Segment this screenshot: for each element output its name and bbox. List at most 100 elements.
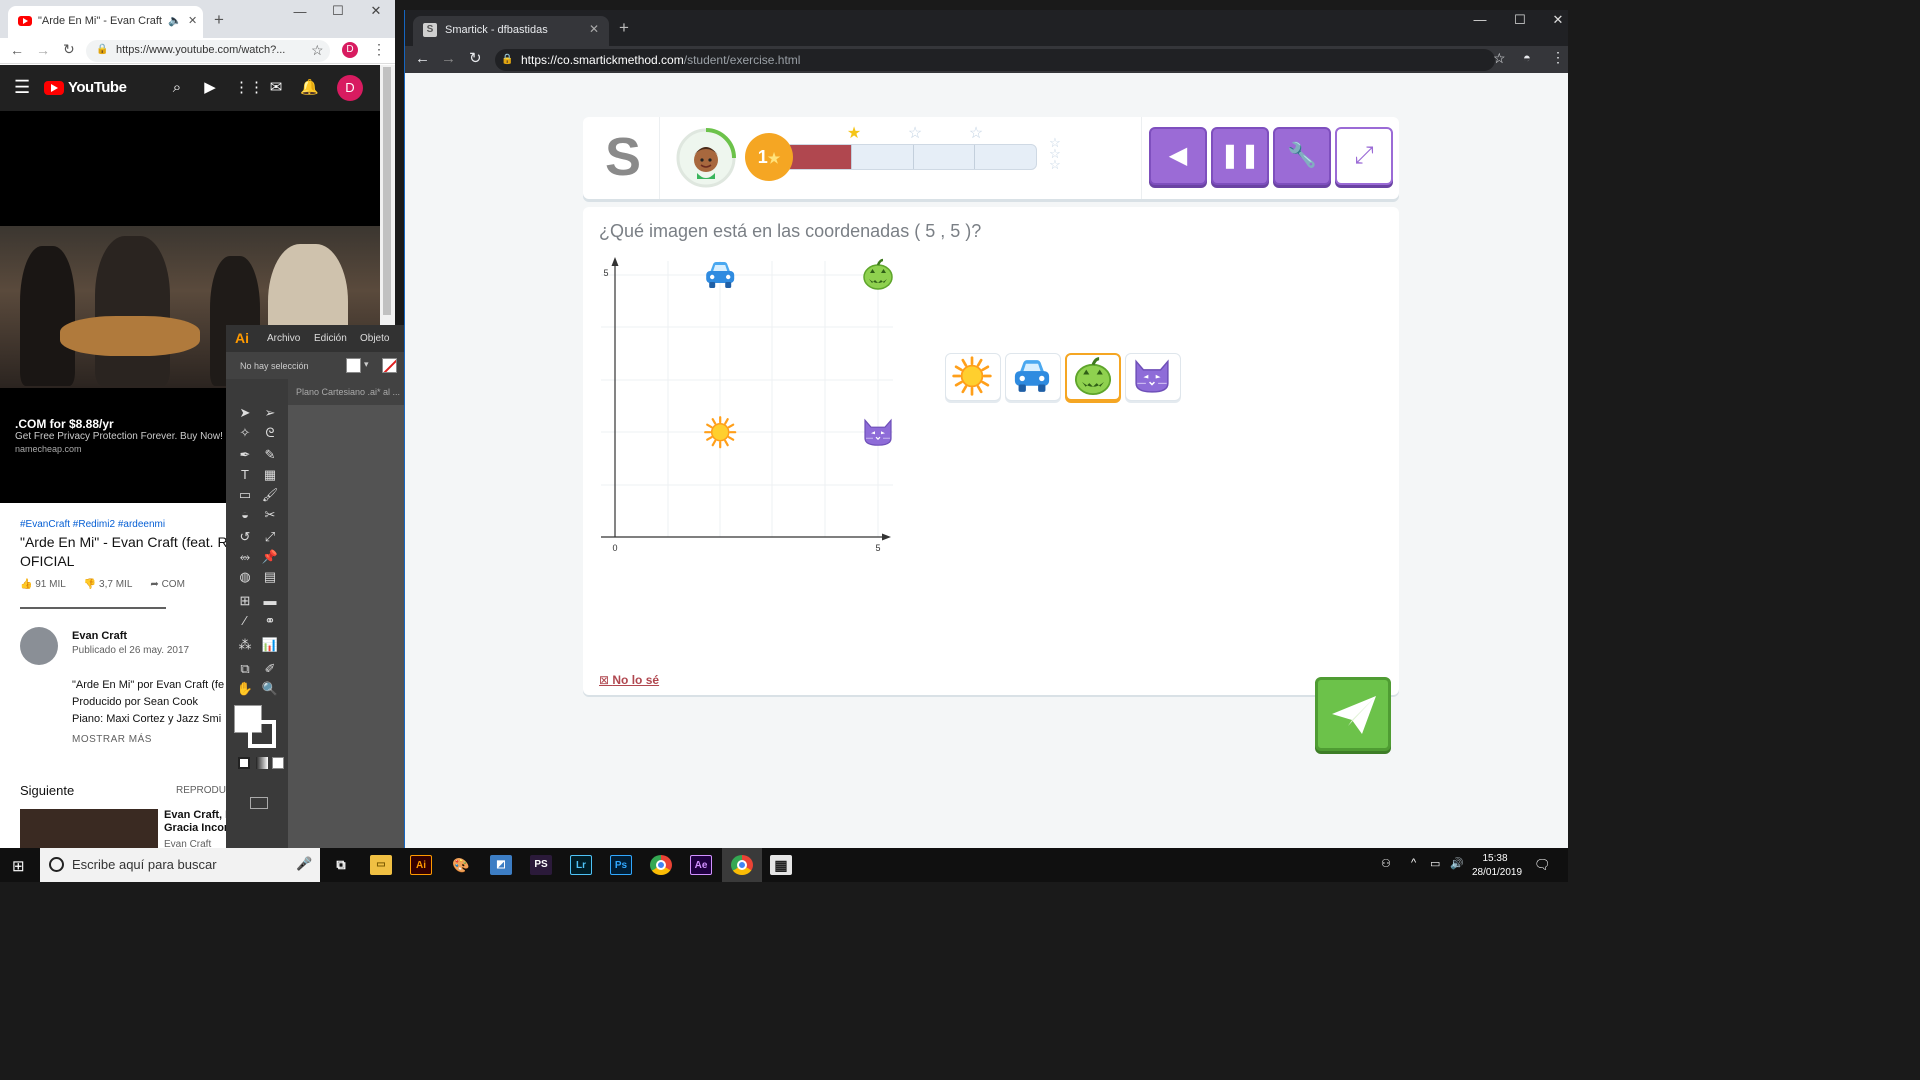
- file-explorer-icon[interactable]: ▭: [370, 855, 392, 875]
- stroke-none-swatch[interactable]: [382, 358, 397, 373]
- back-icon[interactable]: ←: [10, 42, 24, 58]
- like-button[interactable]: 👍 91 MIL: [20, 579, 66, 590]
- after-effects-icon[interactable]: Ae: [690, 855, 712, 875]
- gradient-mode-icon[interactable]: [256, 757, 268, 769]
- pen-tool-icon[interactable]: ✒: [236, 447, 254, 463]
- autoplay-label[interactable]: REPRODU: [176, 785, 226, 796]
- pause-button[interactable]: ❚❚: [1211, 127, 1269, 185]
- maximize-icon[interactable]: ☐: [1505, 12, 1535, 28]
- document-tab[interactable]: Plano Cartesiano .ai* al ...: [288, 379, 404, 405]
- close-window-icon[interactable]: ✕: [366, 3, 386, 19]
- youtube-logo[interactable]: YouTube: [44, 79, 127, 96]
- stroke-color-swatch[interactable]: [248, 720, 276, 748]
- zoom-tool-icon[interactable]: 🔍: [261, 681, 279, 697]
- tray-chevron-icon[interactable]: ^: [1411, 857, 1416, 869]
- photoshop-icon[interactable]: Ps: [610, 855, 632, 875]
- curvature-tool-icon[interactable]: ✎: [261, 447, 279, 463]
- ad-headline[interactable]: .COM for $8.88/yr: [15, 417, 114, 431]
- show-more-button[interactable]: MOSTRAR MÁS: [72, 734, 152, 745]
- shaper-tool-icon[interactable]: ◒: [236, 507, 254, 523]
- grid-tool-icon[interactable]: ▦: [261, 467, 279, 483]
- back-icon[interactable]: ←: [415, 50, 430, 67]
- tab-smartick[interactable]: S Smartick - dfbastidas ✕: [413, 16, 609, 46]
- hamburger-menu-icon[interactable]: ☰: [14, 77, 30, 98]
- new-tab-icon[interactable]: +: [214, 10, 224, 30]
- reload-icon[interactable]: ↻: [63, 41, 75, 58]
- search-icon[interactable]: ⌕: [168, 79, 186, 97]
- close-tab-icon[interactable]: ✕: [589, 22, 599, 36]
- minimize-icon[interactable]: —: [290, 4, 310, 19]
- forward-icon[interactable]: →: [36, 42, 50, 58]
- lasso-tool-icon[interactable]: ᘓ: [261, 425, 279, 441]
- choice-pumpkin-button[interactable]: [1065, 353, 1121, 401]
- apps-grid-icon[interactable]: ⋮⋮: [234, 79, 264, 97]
- maximize-icon[interactable]: ☐: [328, 3, 348, 19]
- back-button[interactable]: ◀: [1149, 127, 1207, 185]
- scissors-tool-icon[interactable]: ✂: [261, 507, 279, 523]
- notifications-icon[interactable]: 🗨: [1534, 857, 1551, 873]
- people-icon[interactable]: ⚇: [1381, 857, 1391, 870]
- color-mode-icon[interactable]: [238, 757, 250, 769]
- menu-archivo[interactable]: Archivo: [267, 333, 300, 344]
- channel-name[interactable]: Evan Craft: [72, 630, 127, 642]
- dont-know-button[interactable]: ⊠ No lo sé: [599, 673, 659, 687]
- artboard-area[interactable]: [288, 405, 404, 848]
- ad-domain[interactable]: namecheap.com: [15, 444, 82, 454]
- slice-tool-icon[interactable]: ✐: [261, 661, 279, 677]
- chevron-down-icon[interactable]: ▾: [364, 359, 369, 370]
- illustrator-taskbar-icon[interactable]: Ai: [410, 855, 432, 875]
- active-chrome-taskbar-item[interactable]: [722, 848, 762, 882]
- width-tool-icon[interactable]: ⥈: [236, 549, 254, 565]
- eyedropper-tool-icon[interactable]: ⁄: [236, 613, 254, 629]
- paint-app-icon[interactable]: 🎨: [450, 855, 472, 875]
- menu-objeto[interactable]: Objeto: [360, 333, 389, 344]
- send-answer-button[interactable]: [1315, 677, 1391, 751]
- menu-dots-icon[interactable]: ⋮: [372, 41, 386, 58]
- phpstorm-icon[interactable]: PS: [530, 855, 552, 875]
- network-icon[interactable]: ▭: [1430, 857, 1440, 870]
- messages-icon[interactable]: ✉: [267, 79, 285, 97]
- tab-youtube[interactable]: "Arde En Mi" - Evan Craft (fe 🔈 ✕: [8, 6, 203, 38]
- graph-tool-icon[interactable]: 📊: [261, 637, 279, 653]
- new-tab-icon[interactable]: +: [619, 18, 629, 38]
- magic-wand-tool-icon[interactable]: ✧: [236, 425, 254, 441]
- taskbar-search[interactable]: Escribe aquí para buscar 🎤: [40, 848, 320, 882]
- next-video-thumbnail[interactable]: [20, 809, 158, 848]
- volume-icon[interactable]: 🔊: [1450, 857, 1464, 870]
- address-bar[interactable]: 🔒 https://co.smartickmethod.com/student/…: [495, 49, 1495, 71]
- tools-button[interactable]: 🔧: [1273, 127, 1331, 185]
- next-video-title[interactable]: Evan Craft, E Gracia Incor: [164, 809, 232, 835]
- lightroom-icon[interactable]: Lr: [570, 855, 592, 875]
- shape-builder-tool-icon[interactable]: ◍: [236, 569, 254, 585]
- incognito-icon[interactable]: ◓: [1523, 50, 1531, 65]
- microphone-icon[interactable]: 🎤: [296, 856, 312, 872]
- none-mode-icon[interactable]: [272, 757, 284, 769]
- screen-mode-icon[interactable]: [250, 797, 268, 809]
- clock[interactable]: 15:38 28/01/2019: [1472, 852, 1522, 880]
- calculator-icon[interactable]: ▦: [770, 855, 792, 875]
- direct-selection-tool-icon[interactable]: ➢: [261, 405, 279, 421]
- dislike-button[interactable]: 👎 3,7 MIL: [84, 579, 133, 590]
- mesh-tool-icon[interactable]: ⊞: [236, 593, 254, 609]
- channel-avatar[interactable]: [20, 627, 58, 665]
- symbol-sprayer-tool-icon[interactable]: ⁂: [236, 637, 254, 653]
- hashtags[interactable]: #EvanCraft #Redimi2 #ardeenmi: [20, 519, 165, 530]
- create-video-icon[interactable]: ▶: [201, 79, 219, 97]
- blend-tool-icon[interactable]: ⚭: [261, 613, 279, 629]
- close-tab-icon[interactable]: ✕: [188, 14, 197, 27]
- task-view-icon[interactable]: ⧉: [330, 855, 352, 875]
- choice-car-button[interactable]: [1005, 353, 1061, 401]
- bookmark-star-icon[interactable]: ☆: [311, 42, 324, 59]
- menu-edicion[interactable]: Edición: [314, 333, 347, 344]
- fill-swatch[interactable]: [346, 358, 361, 373]
- close-window-icon[interactable]: ✕: [1543, 12, 1568, 28]
- address-bar[interactable]: 🔒 https://www.youtube.com/watch?...: [86, 40, 330, 62]
- artboard-tool-icon[interactable]: ⧉: [236, 661, 254, 677]
- paintbrush-tool-icon[interactable]: 🖌: [261, 487, 279, 503]
- rectangle-tool-icon[interactable]: ▭: [236, 487, 254, 503]
- scrollbar-thumb[interactable]: [383, 67, 391, 315]
- student-avatar[interactable]: [675, 127, 737, 189]
- fullscreen-button[interactable]: ⤢: [1335, 127, 1393, 185]
- choice-sun-button[interactable]: [945, 353, 1001, 401]
- gradient-tool-icon[interactable]: ▬: [261, 593, 279, 609]
